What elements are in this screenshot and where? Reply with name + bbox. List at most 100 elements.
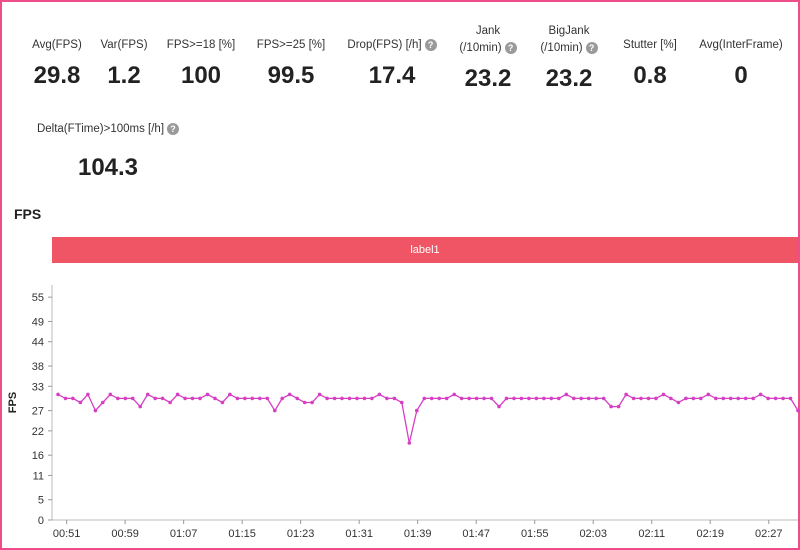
metric-value: 23.2 <box>545 65 593 92</box>
fps-data-point <box>773 396 778 401</box>
question-circle-icon[interactable]: ? <box>585 42 598 54</box>
fps-data-point <box>452 392 457 397</box>
label-bar[interactable]: label1 <box>52 237 798 263</box>
y-tick-label: 5 <box>38 495 44 507</box>
fps-data-point <box>721 396 726 401</box>
fps-data-point <box>295 396 300 401</box>
fps-data-point <box>243 396 247 401</box>
fps-data-point <box>250 396 255 401</box>
fps-data-point <box>743 396 748 401</box>
metric-drop-fps: Drop(FPS) [/h] ? 17.4 <box>336 38 448 90</box>
x-tick-label: 02:19 <box>696 528 724 540</box>
fps-data-point <box>108 392 113 397</box>
fps-data-point <box>736 396 740 401</box>
fps-data-point <box>63 396 68 401</box>
fps-data-point <box>228 392 232 397</box>
fps-data-point <box>78 400 83 405</box>
metric-label-row: Delta(FTime)>100ms [/h] ? <box>28 122 188 136</box>
metric-value: 17.4 <box>368 62 416 89</box>
y-tick-label: 55 <box>32 292 44 304</box>
fps-data-point <box>788 396 793 401</box>
metric-label: Var(FPS) <box>100 39 148 51</box>
fps-data-point <box>519 396 524 401</box>
fps-data-point <box>497 404 501 409</box>
y-tick-label: 49 <box>32 316 44 328</box>
metric-stutter: Stutter [%] 0.8 <box>610 38 690 90</box>
metric-bigjank: BigJank (/10min) ? 23.2 <box>528 24 610 93</box>
fps-data-point <box>542 396 546 401</box>
fps-data-point <box>235 396 240 401</box>
fps-data-point <box>190 396 195 401</box>
fps-data-point <box>609 404 613 409</box>
metric-label: Drop(FPS) [/h] <box>347 39 422 51</box>
metric-label-line2: (/10min) <box>540 42 583 54</box>
metric-delta-ftime: Delta(FTime)>100ms [/h] ? 104.3 <box>28 122 188 182</box>
question-circle-icon[interactable]: ? <box>424 39 437 51</box>
fps-data-point <box>504 396 509 401</box>
x-tick-label: 01:47 <box>462 528 490 540</box>
y-tick-label: 38 <box>32 361 44 373</box>
fps-data-point <box>781 396 785 401</box>
fps-data-point <box>265 396 270 401</box>
metric-label: Avg(InterFrame) <box>699 39 783 51</box>
fps-data-point <box>646 396 651 401</box>
x-tick-label: 01:39 <box>404 528 432 540</box>
metric-jank: Jank (/10min) ? 23.2 <box>448 24 528 93</box>
metric-label-stack: BigJank (/10min) ? <box>528 24 610 55</box>
fps-data-point <box>549 396 554 401</box>
y-tick-label: 33 <box>32 381 44 393</box>
metric-avg-interframe: Avg(InterFrame) 0 <box>690 38 792 90</box>
fps-data-point <box>355 396 359 401</box>
metric-label: Avg(FPS) <box>32 39 82 51</box>
fps-data-point <box>684 396 688 401</box>
fps-data-point <box>564 392 569 397</box>
fps-data-point <box>71 396 75 401</box>
fps-data-point <box>444 396 449 401</box>
fps-data-point <box>273 408 277 413</box>
fps-data-point <box>213 396 217 401</box>
fps-data-point <box>116 396 120 401</box>
fps-data-point <box>572 396 576 401</box>
metric-value: 0 <box>734 62 748 89</box>
x-tick-label: 00:51 <box>53 528 81 540</box>
fps-data-point <box>758 392 763 397</box>
fps-data-point <box>459 396 464 401</box>
fps-data-point <box>168 400 172 405</box>
fps-data-point <box>93 408 98 413</box>
fps-data-point <box>220 400 225 405</box>
y-tick-label: 22 <box>32 426 44 438</box>
fps-data-point <box>751 396 755 401</box>
fps-data-point <box>287 392 292 397</box>
fps-data-point <box>130 396 135 401</box>
x-tick-label: 00:59 <box>111 528 139 540</box>
fps-data-point <box>661 392 666 397</box>
fps-data-point <box>175 392 180 397</box>
fps-data-point <box>332 396 337 401</box>
fps-data-point <box>407 441 412 445</box>
fps-data-point <box>512 396 516 401</box>
metric-avg-fps: Avg(FPS) 29.8 <box>20 38 94 90</box>
metric-label-stack: Jank (/10min) ? <box>448 24 528 55</box>
metric-label: FPS>=25 [%] <box>256 39 326 51</box>
y-axis-title: FPS <box>7 392 19 413</box>
question-circle-icon[interactable]: ? <box>167 123 180 135</box>
y-tick-label: 0 <box>38 515 44 527</box>
fps-data-point <box>56 392 60 397</box>
fps-data-point <box>699 396 703 401</box>
fps-data-point <box>145 392 150 397</box>
x-tick-label: 01:23 <box>287 528 315 540</box>
fps-data-point <box>527 396 531 401</box>
fps-data-point <box>370 396 374 401</box>
y-tick-label: 16 <box>32 450 44 462</box>
fps-data-point <box>579 396 583 401</box>
metric-label-row: (/10min) ? <box>540 41 598 55</box>
fps-data-point <box>362 396 367 401</box>
fps-data-point <box>205 392 210 397</box>
fps-data-point <box>601 396 606 401</box>
metric-label-row: (/10min) ? <box>459 41 517 55</box>
fps-data-point <box>347 396 352 401</box>
fps-data-point <box>714 396 718 401</box>
fps-data-point <box>86 392 90 397</box>
fps-data-point <box>616 404 621 409</box>
question-circle-icon[interactable]: ? <box>504 42 517 54</box>
